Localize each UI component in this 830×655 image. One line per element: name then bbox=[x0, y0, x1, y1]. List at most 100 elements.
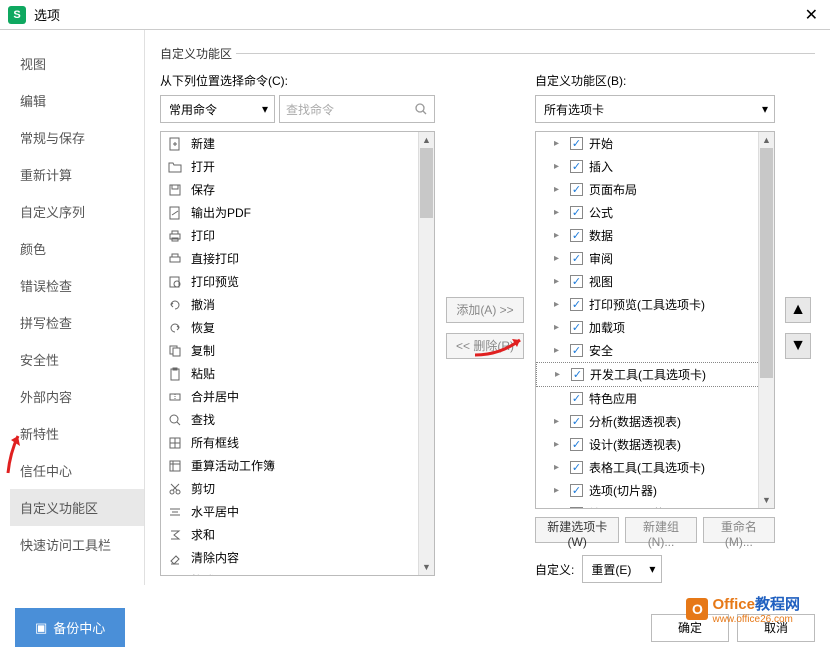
sidebar-item[interactable]: 编辑 bbox=[10, 82, 144, 119]
chevron-right-icon[interactable]: ▸ bbox=[554, 207, 566, 218]
close-icon[interactable]: ✕ bbox=[801, 5, 822, 25]
checkbox[interactable]: ✓ bbox=[570, 183, 583, 196]
command-item[interactable]: 保存 bbox=[161, 178, 434, 201]
sidebar-item[interactable]: 安全性 bbox=[10, 341, 144, 378]
scroll-down-icon[interactable]: ▼ bbox=[419, 559, 434, 575]
tab-tree-item[interactable]: ▸✓加载项 bbox=[536, 316, 774, 339]
sidebar-item[interactable]: 快速访问工具栏 bbox=[10, 526, 144, 563]
checkbox[interactable]: ✓ bbox=[570, 344, 583, 357]
tab-tree-item[interactable]: ▸✓插入 bbox=[536, 155, 774, 178]
sidebar-item[interactable]: 自定义序列 bbox=[10, 193, 144, 230]
command-item[interactable]: 复制 bbox=[161, 339, 434, 362]
scroll-down-icon[interactable]: ▼ bbox=[759, 492, 774, 508]
tab-tree-item[interactable]: ▸✓公式 bbox=[536, 201, 774, 224]
chevron-right-icon[interactable]: ▸ bbox=[554, 416, 566, 427]
command-item[interactable]: 所有框线▸ bbox=[161, 431, 434, 454]
chevron-right-icon[interactable]: ▸ bbox=[554, 322, 566, 333]
sidebar-item[interactable]: 视图 bbox=[10, 45, 144, 82]
reset-dropdown[interactable]: 重置(E) ▾ bbox=[582, 555, 662, 583]
chevron-right-icon[interactable]: ▸ bbox=[554, 508, 566, 509]
command-item[interactable]: 清除内容 bbox=[161, 546, 434, 569]
chevron-right-icon[interactable]: ▸ bbox=[554, 345, 566, 356]
tab-tree-item[interactable]: ▸✓视图 bbox=[536, 270, 774, 293]
chevron-right-icon[interactable]: ▸ bbox=[554, 253, 566, 264]
tab-tree-item[interactable]: ▸✓页面布局 bbox=[536, 178, 774, 201]
rename-button[interactable]: 重命名(M)... bbox=[703, 517, 775, 543]
command-item[interactable]: 新建 bbox=[161, 132, 434, 155]
scrollbar[interactable]: ▲ ▼ bbox=[418, 132, 434, 575]
chevron-right-icon[interactable]: ▸ bbox=[554, 462, 566, 473]
command-item[interactable]: 合并居中▸ bbox=[161, 385, 434, 408]
checkbox[interactable]: ✓ bbox=[570, 392, 583, 405]
checkbox[interactable]: ✓ bbox=[570, 298, 583, 311]
command-item[interactable]: 查找 bbox=[161, 408, 434, 431]
command-item[interactable]: 撤消▸ bbox=[161, 293, 434, 316]
command-item[interactable]: 打印 bbox=[161, 224, 434, 247]
tab-tree-item[interactable]: ▸✓设计(数据透视表) bbox=[536, 433, 774, 456]
search-input[interactable]: 查找命令 bbox=[279, 95, 435, 123]
sidebar-item[interactable]: 颜色 bbox=[10, 230, 144, 267]
command-item[interactable]: 恢复 bbox=[161, 316, 434, 339]
scroll-up-icon[interactable]: ▲ bbox=[419, 132, 434, 148]
command-item[interactable]: 直接打印 bbox=[161, 247, 434, 270]
tab-tree-item[interactable]: ▸✓绘图工具(形状) bbox=[536, 502, 774, 509]
checkbox[interactable]: ✓ bbox=[570, 507, 583, 509]
chevron-right-icon[interactable]: ▸ bbox=[555, 369, 567, 380]
checkbox[interactable]: ✓ bbox=[570, 137, 583, 150]
tab-tree-item[interactable]: ▸✓开发工具(工具选项卡) bbox=[536, 362, 774, 387]
add-button[interactable]: 添加(A) >> bbox=[446, 297, 524, 323]
tab-tree-item[interactable]: ▸✓分析(数据透视表) bbox=[536, 410, 774, 433]
checkbox[interactable]: ✓ bbox=[570, 206, 583, 219]
move-up-button[interactable]: ▲ bbox=[785, 297, 811, 323]
sidebar-item[interactable]: 错误检查 bbox=[10, 267, 144, 304]
chevron-right-icon[interactable]: ▸ bbox=[554, 230, 566, 241]
chevron-right-icon[interactable]: ▸ bbox=[554, 161, 566, 172]
chevron-right-icon[interactable]: ▸ bbox=[554, 299, 566, 310]
checkbox[interactable]: ✓ bbox=[571, 368, 584, 381]
tab-tree-item[interactable]: ▸✓审阅 bbox=[536, 247, 774, 270]
scrollbar-thumb[interactable] bbox=[760, 148, 773, 378]
command-item[interactable]: 输出为PDF bbox=[161, 201, 434, 224]
new-group-button[interactable]: 新建组(N)... bbox=[625, 517, 696, 543]
checkbox[interactable]: ✓ bbox=[570, 160, 583, 173]
sidebar-item[interactable]: 重新计算 bbox=[10, 156, 144, 193]
chevron-right-icon[interactable]: ▸ bbox=[554, 276, 566, 287]
tab-tree-item[interactable]: ▸✓选项(切片器) bbox=[536, 479, 774, 502]
checkbox[interactable]: ✓ bbox=[570, 252, 583, 265]
scrollbar-thumb[interactable] bbox=[420, 148, 433, 218]
command-item[interactable]: 打开 bbox=[161, 155, 434, 178]
command-item[interactable]: 打印预览 bbox=[161, 270, 434, 293]
tab-tree-item[interactable]: ▸✓打印预览(工具选项卡) bbox=[536, 293, 774, 316]
chevron-right-icon[interactable]: ▸ bbox=[554, 184, 566, 195]
command-item[interactable]: 格式刷 bbox=[161, 569, 434, 576]
checkbox[interactable]: ✓ bbox=[570, 461, 583, 474]
sidebar-item[interactable]: 常规与保存 bbox=[10, 119, 144, 156]
chevron-right-icon[interactable]: ▸ bbox=[554, 439, 566, 450]
sidebar-item[interactable]: 信任中心 bbox=[10, 452, 144, 489]
sidebar-item[interactable]: 拼写检查 bbox=[10, 304, 144, 341]
checkbox[interactable]: ✓ bbox=[570, 415, 583, 428]
tabs-listbox[interactable]: ▸✓开始▸✓插入▸✓页面布局▸✓公式▸✓数据▸✓审阅▸✓视图▸✓打印预览(工具选… bbox=[535, 131, 775, 509]
command-item[interactable]: 求和 bbox=[161, 523, 434, 546]
checkbox[interactable]: ✓ bbox=[570, 275, 583, 288]
scrollbar[interactable]: ▲ ▼ bbox=[758, 132, 774, 508]
checkbox[interactable]: ✓ bbox=[570, 484, 583, 497]
backup-center-button[interactable]: ▣ 备份中心 bbox=[15, 608, 125, 647]
tab-tree-item[interactable]: ▸✓安全 bbox=[536, 339, 774, 362]
commands-dropdown[interactable]: 常用命令 ▾ bbox=[160, 95, 275, 123]
tab-tree-item[interactable]: ▸✓数据 bbox=[536, 224, 774, 247]
tab-tree-item[interactable]: ▸✓表格工具(工具选项卡) bbox=[536, 456, 774, 479]
tab-tree-item[interactable]: ▸✓开始 bbox=[536, 132, 774, 155]
tabs-dropdown[interactable]: 所有选项卡 ▾ bbox=[535, 95, 775, 123]
commands-listbox[interactable]: 新建打开保存输出为PDF打印直接打印打印预览撤消▸恢复复制粘贴▸合并居中▸查找所… bbox=[160, 131, 435, 576]
checkbox[interactable]: ✓ bbox=[570, 321, 583, 334]
command-item[interactable]: 水平居中 bbox=[161, 500, 434, 523]
checkbox[interactable]: ✓ bbox=[570, 438, 583, 451]
new-tab-button[interactable]: 新建选项卡(W) bbox=[535, 517, 619, 543]
command-item[interactable]: 剪切 bbox=[161, 477, 434, 500]
sidebar-item[interactable]: 外部内容 bbox=[10, 378, 144, 415]
move-down-button[interactable]: ▼ bbox=[785, 333, 811, 359]
command-item[interactable]: 粘贴▸ bbox=[161, 362, 434, 385]
tab-tree-item[interactable]: ✓特色应用 bbox=[536, 387, 774, 410]
sidebar-item[interactable]: 新特性 bbox=[10, 415, 144, 452]
